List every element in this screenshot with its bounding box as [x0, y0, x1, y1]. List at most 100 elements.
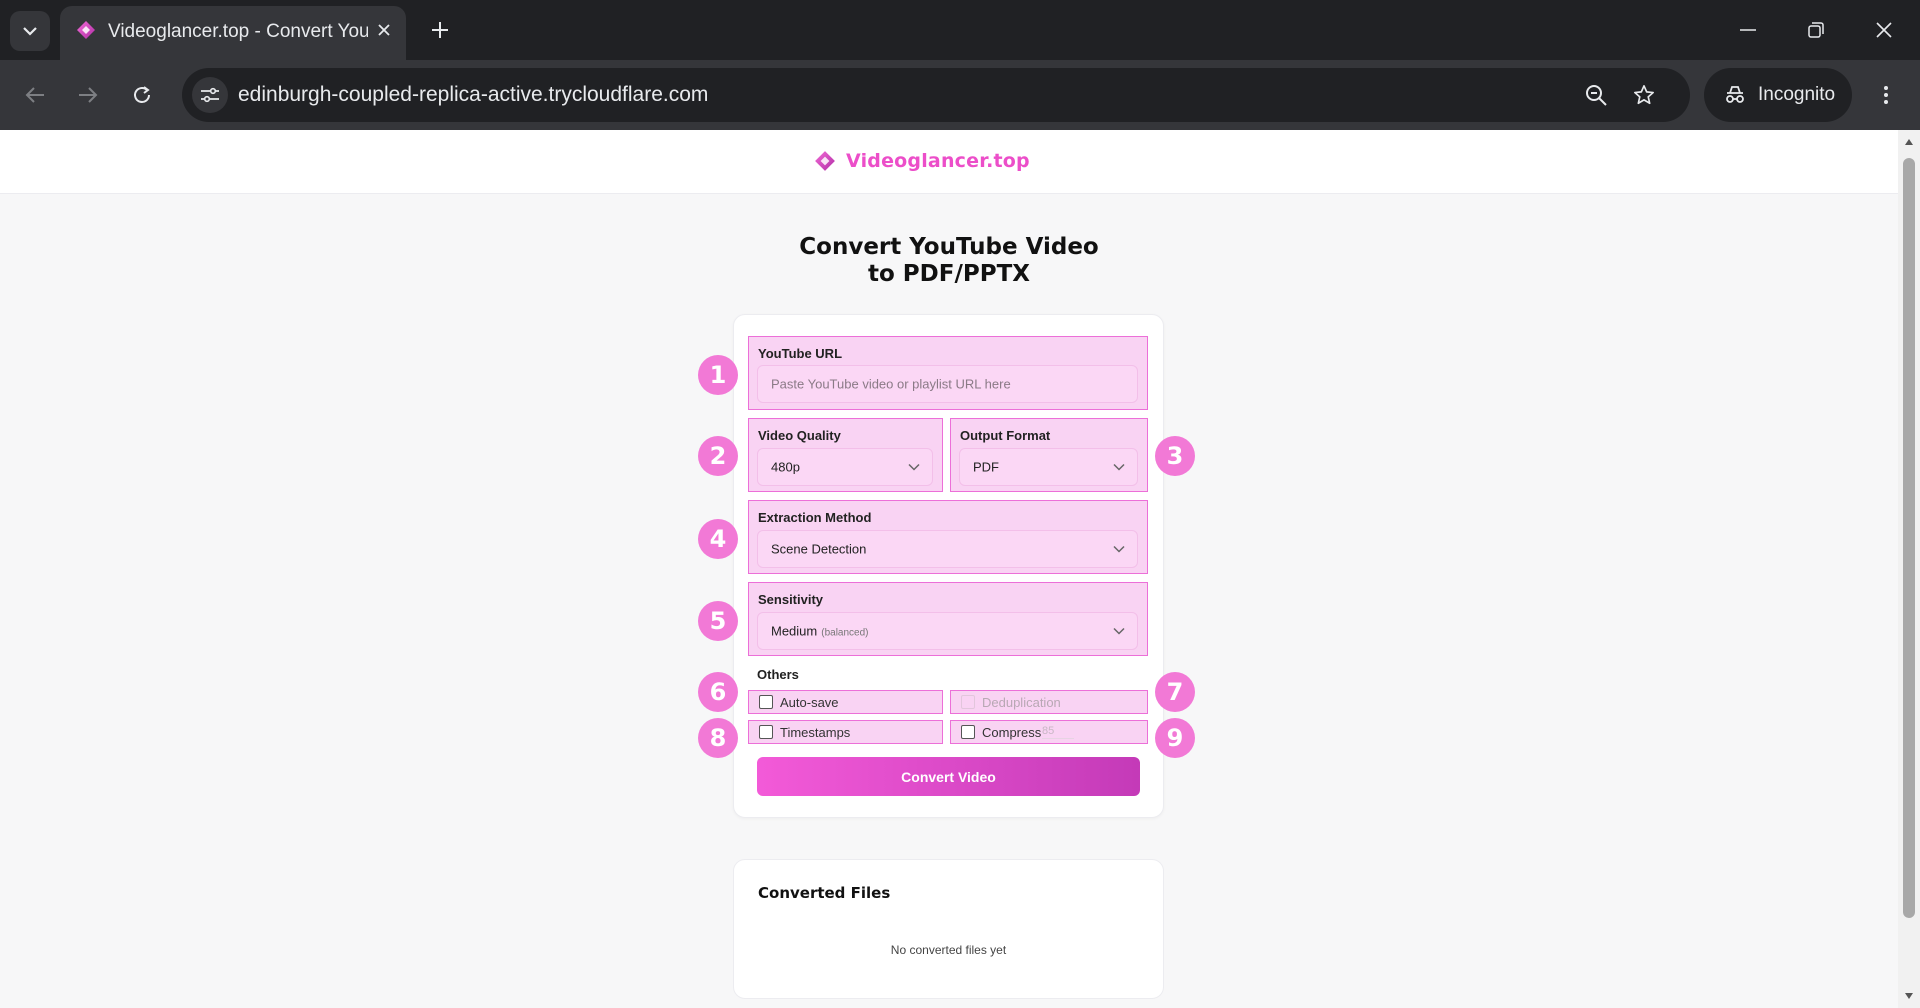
- diamond-logo-icon: [815, 151, 835, 171]
- step-badge-4: 4: [698, 519, 738, 559]
- youtube-url-label: YouTube URL: [758, 346, 843, 361]
- extraction-method-value: Scene Detection: [771, 541, 867, 557]
- browser-menu-button[interactable]: [1868, 75, 1904, 115]
- close-icon: [378, 24, 390, 36]
- restore-button[interactable]: [1796, 10, 1836, 50]
- youtube-url-field: YouTube URL Paste YouTube video or playl…: [748, 336, 1148, 410]
- compress-checkbox[interactable]: [961, 725, 975, 739]
- youtube-url-input[interactable]: Paste YouTube video or playlist URL here: [757, 365, 1138, 403]
- plus-icon: [432, 22, 448, 38]
- timestamps-checkbox[interactable]: [759, 725, 773, 739]
- sensitivity-hint: (balanced): [821, 627, 869, 639]
- compress-option[interactable]: Compress 85: [950, 720, 1148, 744]
- page-title: Convert YouTube Video to PDF/PPTX: [690, 234, 1208, 288]
- close-window-button[interactable]: [1864, 10, 1904, 50]
- step-badge-5: 5: [698, 601, 738, 641]
- reload-icon: [134, 86, 150, 103]
- step-badge-6: 6: [698, 672, 738, 712]
- arrow-right-icon: [79, 87, 98, 103]
- new-tab-button[interactable]: [424, 14, 456, 46]
- video-quality-value: 480p: [771, 459, 800, 475]
- output-format-value: PDF: [973, 459, 999, 475]
- minimize-button[interactable]: [1728, 10, 1768, 50]
- page-title-line-2: to PDF/PPTX: [868, 261, 1030, 287]
- compress-label: Compress: [982, 725, 1042, 740]
- reload-button[interactable]: [122, 75, 162, 115]
- sensitivity-value: Medium (balanced): [771, 624, 869, 639]
- tab-search-button[interactable]: [10, 11, 50, 51]
- deduplication-label: Deduplication: [982, 695, 1061, 710]
- others-label: Others: [757, 667, 799, 682]
- chevron-down-icon: [1113, 463, 1125, 471]
- scroll-up-button[interactable]: [1903, 136, 1915, 148]
- chevron-down-icon: [1113, 627, 1125, 635]
- auto-save-option[interactable]: Auto-save: [748, 690, 943, 714]
- chevron-down-icon: [1113, 545, 1125, 553]
- page-title-line-1: Convert YouTube Video: [799, 234, 1099, 260]
- auto-save-label: Auto-save: [780, 695, 839, 710]
- step-badge-1: 1: [698, 355, 738, 395]
- sensitivity-label: Sensitivity: [758, 592, 824, 607]
- diamond-logo-icon: [77, 21, 95, 39]
- step-badge-3: 3: [1155, 436, 1195, 476]
- tab-close-button[interactable]: [372, 18, 396, 42]
- close-icon: [1876, 22, 1892, 38]
- step-badge-7: 7: [1155, 672, 1195, 712]
- bookmark-button[interactable]: [1630, 81, 1658, 109]
- step-badge-9: 9: [1155, 718, 1195, 758]
- triangle-down-icon: [1905, 993, 1913, 999]
- zoom-button[interactable]: [1582, 81, 1610, 109]
- video-quality-select[interactable]: 480p: [757, 448, 933, 486]
- zoom-icon: [1586, 85, 1607, 106]
- back-button[interactable]: [15, 75, 55, 115]
- auto-save-checkbox[interactable]: [759, 695, 773, 709]
- video-quality-field: Video Quality 480p: [748, 418, 943, 492]
- chevron-down-icon: [908, 463, 920, 471]
- converted-files-card: Converted Files No converted files yet: [733, 859, 1164, 999]
- youtube-url-placeholder: Paste YouTube video or playlist URL here: [771, 376, 1011, 392]
- forward-button[interactable]: [68, 75, 108, 115]
- browser-toolbar: edinburgh-coupled-replica-active.tryclou…: [0, 60, 1920, 130]
- incognito-icon: [1726, 86, 1744, 103]
- incognito-indicator[interactable]: Incognito: [1704, 68, 1852, 122]
- site-info-button[interactable]: [192, 77, 228, 113]
- kebab-menu-icon: [1884, 86, 1888, 104]
- sensitivity-select[interactable]: Medium (balanced): [757, 612, 1138, 650]
- sensitivity-value-text: Medium: [771, 623, 818, 639]
- sensitivity-field: Sensitivity Medium (balanced): [748, 582, 1148, 656]
- tune-icon: [201, 87, 219, 103]
- timestamps-label: Timestamps: [780, 725, 851, 740]
- minimize-icon: [1740, 29, 1756, 31]
- convert-video-button[interactable]: Convert Video: [757, 757, 1140, 796]
- tab-title: Videoglancer.top - Convert YouTube Video…: [108, 21, 368, 42]
- browser-tab-strip: Videoglancer.top - Convert YouTube Video…: [0, 0, 1920, 60]
- brand-logo[interactable]: Videoglancer.top: [814, 150, 1030, 172]
- site-header: Videoglancer.top: [0, 130, 1898, 194]
- active-tab[interactable]: Videoglancer.top - Convert YouTube Video…: [60, 6, 406, 60]
- triangle-up-icon: [1905, 139, 1913, 145]
- incognito-label: Incognito: [1758, 84, 1836, 105]
- extraction-method-field: Extraction Method Scene Detection: [748, 500, 1148, 574]
- output-format-label: Output Format: [960, 428, 1051, 443]
- restore-icon: [1808, 22, 1824, 38]
- step-badge-8: 8: [698, 718, 738, 758]
- deduplication-checkbox[interactable]: [961, 695, 975, 709]
- address-bar[interactable]: edinburgh-coupled-replica-active.tryclou…: [182, 68, 1690, 122]
- page-scrollbar[interactable]: [1898, 130, 1920, 1008]
- star-icon: [1634, 85, 1654, 105]
- converted-files-empty-state: No converted files yet: [890, 943, 1007, 957]
- extraction-method-label: Extraction Method: [758, 510, 872, 525]
- chevron-down-icon: [23, 27, 37, 36]
- scrollbar-thumb[interactable]: [1903, 158, 1915, 918]
- timestamps-option[interactable]: Timestamps: [748, 720, 943, 744]
- arrow-left-icon: [25, 87, 44, 103]
- scroll-down-button[interactable]: [1903, 990, 1915, 1002]
- brand-name: Videoglancer.top: [846, 150, 1030, 172]
- url-text: edinburgh-coupled-replica-active.tryclou…: [238, 83, 709, 106]
- deduplication-option[interactable]: Deduplication: [950, 690, 1148, 714]
- extraction-method-select[interactable]: Scene Detection: [757, 530, 1138, 568]
- output-format-select[interactable]: PDF: [959, 448, 1138, 486]
- step-badge-2: 2: [698, 436, 738, 476]
- output-format-field: Output Format PDF: [950, 418, 1148, 492]
- compress-quality-input[interactable]: 85: [1042, 725, 1074, 739]
